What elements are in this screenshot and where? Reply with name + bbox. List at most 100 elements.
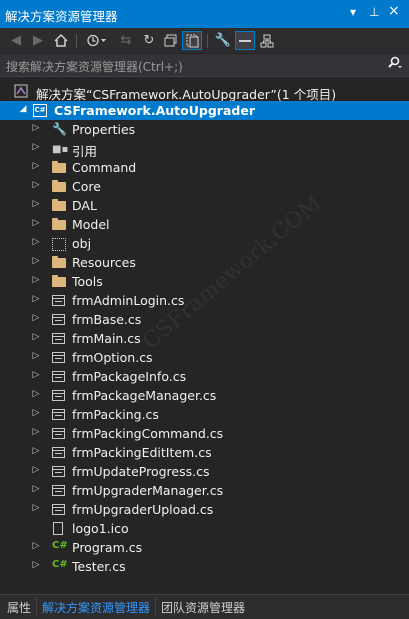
tree-item-引用[interactable]: ▷ ■▪ 引用: [0, 139, 409, 159]
tab-team-explorer[interactable]: 团队资源管理器: [161, 599, 245, 616]
expand-arrow-icon[interactable]: ▷: [31, 218, 41, 228]
tab-properties[interactable]: 属性: [7, 599, 31, 616]
collapse-all-icon[interactable]: [160, 31, 180, 50]
tree-item-frmmain-cs[interactable]: ▷ frmMain.cs: [0, 329, 409, 348]
expand-arrow-icon[interactable]: ▷: [31, 256, 41, 266]
tree-item-label: frmAdminLogin.cs: [72, 293, 185, 308]
tree-item-command[interactable]: ▷ Command: [0, 158, 409, 177]
tree-item-frmpacking-cs[interactable]: ▷ frmPacking.cs: [0, 405, 409, 424]
csharp-icon: C#: [52, 559, 68, 570]
tab-solution-explorer[interactable]: 解决方案资源管理器: [42, 599, 150, 616]
csharp-icon: C#: [52, 540, 68, 551]
tree-item-frmoption-cs[interactable]: ▷ frmOption.cs: [0, 348, 409, 367]
expand-arrow-icon[interactable]: ▷: [31, 351, 41, 361]
expand-arrow-icon[interactable]: ▷: [31, 503, 41, 513]
tree-item-frmpackageinfo-cs[interactable]: ▷ frmPackageInfo.cs: [0, 367, 409, 386]
tree-item-tester-cs[interactable]: ▷ C# Tester.cs: [0, 557, 409, 576]
folder-icon: [51, 274, 67, 289]
tree-item-label: frmOption.cs: [72, 350, 153, 365]
tree-item-frmupgraderupload-cs[interactable]: ▷ frmUpgraderUpload.cs: [0, 500, 409, 519]
tree-item-label: frmUpgraderManager.cs: [72, 483, 224, 498]
search-icon[interactable]: [387, 56, 403, 74]
tree-item-frmbase-cs[interactable]: ▷ frmBase.cs: [0, 310, 409, 329]
tree-item-resources[interactable]: ▷ Resources: [0, 253, 409, 272]
tree-item-label: Core: [72, 179, 101, 194]
search-input[interactable]: 搜索解决方案资源管理器(Ctrl+;): [6, 58, 183, 75]
refresh-icon[interactable]: ↻: [139, 31, 159, 50]
tree-item-logo1-ico[interactable]: logo1.ico: [0, 519, 409, 538]
folder-icon: [51, 179, 67, 194]
expand-arrow-icon[interactable]: ▷: [31, 180, 41, 190]
tree-item-dal[interactable]: ▷ DAL: [0, 196, 409, 215]
csharp-project-icon: C#: [33, 103, 49, 118]
panel-title: 解决方案资源管理器: [5, 9, 118, 24]
forward-icon[interactable]: ▶: [28, 31, 48, 50]
tree-item-label: frmPackageInfo.cs: [72, 369, 187, 384]
properties-wrench-icon[interactable]: 🔧: [213, 31, 233, 50]
solution-node[interactable]: 解决方案“CSFramework.AutoUpgrader”(1 个项目): [0, 82, 409, 102]
folder-icon: [51, 198, 67, 213]
tree-item-frmupgradermanager-cs[interactable]: ▷ frmUpgraderManager.cs: [0, 481, 409, 500]
tree-item-program-cs[interactable]: ▷ C# Program.cs: [0, 538, 409, 557]
form-icon: [51, 407, 67, 422]
expand-arrow-icon[interactable]: ▷: [31, 370, 41, 380]
tree-item-tools[interactable]: ▷ Tools: [0, 272, 409, 291]
expand-arrow-icon[interactable]: ▷: [31, 484, 41, 494]
dropdown-icon[interactable]: ▾: [350, 5, 356, 19]
pin-icon[interactable]: ⊥: [369, 5, 379, 19]
expand-arrow-icon[interactable]: ▷: [31, 560, 41, 570]
folder-icon: [51, 217, 67, 232]
expand-arrow-icon[interactable]: ▷: [31, 389, 41, 399]
tree-item-frmadminlogin-cs[interactable]: ▷ frmAdminLogin.cs: [0, 291, 409, 310]
expand-arrow-icon[interactable]: ▷: [31, 446, 41, 456]
references-icon: ■▪: [52, 144, 69, 155]
expand-arrow-icon[interactable]: ▷: [31, 427, 41, 437]
expand-arrow-icon[interactable]: ▷: [31, 161, 41, 171]
tree-item-obj[interactable]: ▷ obj: [0, 234, 409, 253]
home-icon[interactable]: [51, 31, 71, 50]
preview-selected-icon[interactable]: [235, 31, 255, 50]
tree-item-label: frmPackageManager.cs: [72, 388, 217, 403]
tree-item-frmupdateprogress-cs[interactable]: ▷ frmUpdateProgress.cs: [0, 462, 409, 481]
expand-arrow-icon[interactable]: ▷: [31, 313, 41, 323]
form-icon: [51, 483, 67, 498]
tree-item-label: Tools: [72, 274, 103, 289]
show-all-files-icon[interactable]: [182, 31, 202, 50]
tree-item-label: frmPackingCommand.cs: [72, 426, 224, 441]
expand-arrow-icon[interactable]: ▷: [31, 408, 41, 418]
class-diagram-icon[interactable]: [257, 31, 277, 50]
history-icon[interactable]: [84, 31, 110, 50]
expand-arrow-icon[interactable]: ▷: [31, 275, 41, 285]
close-icon[interactable]: ×: [388, 3, 400, 19]
tree-item-model[interactable]: ▷ Model: [0, 215, 409, 234]
search-box[interactable]: 搜索解决方案资源管理器(Ctrl+;): [0, 54, 409, 77]
tree-item-frmpackingcommand-cs[interactable]: ▷ frmPackingCommand.cs: [0, 424, 409, 443]
expand-arrow-icon[interactable]: ▷: [31, 199, 41, 209]
form-icon: [51, 426, 67, 441]
form-icon: [51, 445, 67, 460]
form-icon: [51, 369, 67, 384]
project-node[interactable]: ◢ C# CSFramework.AutoUpgrader: [0, 101, 409, 120]
tree-item-frmpackagemanager-cs[interactable]: ▷ frmPackageManager.cs: [0, 386, 409, 405]
form-icon: [51, 388, 67, 403]
tree-item-core[interactable]: ▷ Core: [0, 177, 409, 196]
expand-arrow-icon[interactable]: ▷: [31, 123, 41, 133]
expand-arrow-icon[interactable]: ▷: [31, 294, 41, 304]
expand-arrow-icon[interactable]: ▷: [31, 541, 41, 551]
form-icon: [51, 331, 67, 346]
expand-arrow-icon[interactable]: ▷: [31, 142, 41, 152]
tree-item-frmpackingedititem-cs[interactable]: ▷ frmPackingEditItem.cs: [0, 443, 409, 462]
sync-icon[interactable]: ⇆: [116, 31, 136, 50]
form-icon: [51, 464, 67, 479]
folder-icon: [51, 255, 67, 270]
expand-arrow-icon[interactable]: ▷: [31, 465, 41, 475]
expanded-arrow-icon[interactable]: ◢: [18, 104, 28, 114]
tree-item-label: Command: [72, 160, 137, 175]
folder-icon: [51, 160, 67, 175]
solution-icon: [14, 84, 30, 99]
back-icon[interactable]: ◀: [6, 31, 26, 50]
expand-arrow-icon[interactable]: ▷: [31, 237, 41, 247]
tree-item-label: obj: [72, 236, 92, 251]
expand-arrow-icon[interactable]: ▷: [31, 332, 41, 342]
tree-item-properties[interactable]: ▷ 🔧 Properties: [0, 120, 409, 139]
